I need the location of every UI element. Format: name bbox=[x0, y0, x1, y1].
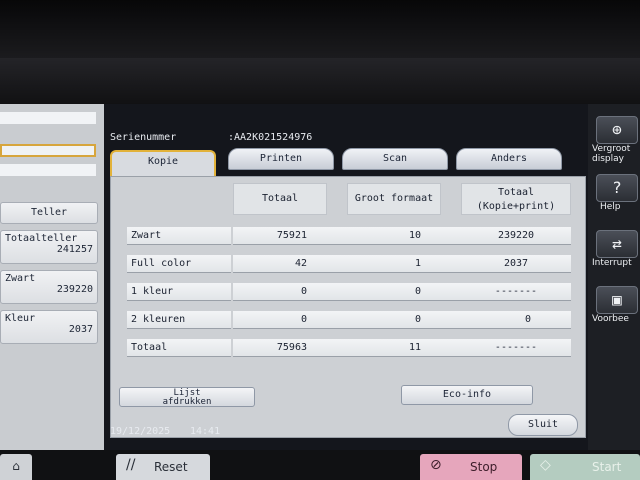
row-value: 0 bbox=[233, 311, 347, 329]
zoom-label: Vergroot display bbox=[592, 144, 631, 164]
row-value: ------- bbox=[461, 283, 571, 301]
start-icon: ◇ bbox=[540, 457, 551, 473]
glare bbox=[0, 164, 96, 176]
counter-black-button[interactable]: Zwart 239220 bbox=[0, 270, 98, 304]
glare bbox=[0, 112, 96, 124]
row-value: 0 bbox=[347, 311, 461, 329]
counter-label: Kleur bbox=[5, 313, 36, 324]
eco-info-button[interactable]: Eco-info bbox=[401, 385, 533, 405]
row-label: Totaal bbox=[127, 339, 231, 357]
row-value: 75963 bbox=[233, 339, 347, 357]
column-header-totaal: Totaal bbox=[233, 183, 327, 215]
stop-label: Stop bbox=[470, 460, 498, 474]
counter-color-button[interactable]: Kleur 2037 bbox=[0, 310, 98, 344]
close-button[interactable]: Sluit bbox=[508, 414, 578, 436]
status-date: 19/12/2025 bbox=[110, 426, 171, 437]
column-header-groot-formaat: Groot formaat bbox=[347, 183, 441, 215]
row-value: 1 bbox=[347, 255, 461, 273]
home-icon: ⌂ bbox=[12, 459, 20, 473]
stop-button[interactable]: ⊘ Stop bbox=[420, 454, 522, 480]
row-label: Zwart bbox=[127, 227, 231, 245]
preview-button[interactable]: ▣ bbox=[596, 286, 638, 314]
interrupt-icon: ⇄ bbox=[612, 234, 622, 253]
print-list-button[interactable]: Lijst afdrukken bbox=[119, 387, 255, 407]
tab-scan[interactable]: Scan bbox=[342, 148, 448, 170]
counter-value: 241257 bbox=[56, 244, 93, 255]
status-time: 14:41 bbox=[190, 426, 221, 437]
row-value: 0 bbox=[347, 283, 461, 301]
home-button[interactable]: ⌂ bbox=[0, 454, 32, 480]
row-value: 0 bbox=[233, 283, 347, 301]
reset-button[interactable]: // Reset bbox=[116, 454, 210, 480]
tab-kopie[interactable]: Kopie bbox=[110, 150, 216, 178]
counter-screen: Serienummer :AA2K021524976 Kopie Printen… bbox=[104, 104, 588, 450]
bottom-bar: ⌂ // Reset ⊘ Stop ◇ Start bbox=[0, 450, 640, 480]
interrupt-button[interactable]: ⇄ bbox=[596, 230, 638, 258]
start-label: Start bbox=[592, 460, 622, 474]
row-label: Full color bbox=[127, 255, 231, 273]
help-label: Help bbox=[600, 202, 621, 212]
help-button[interactable]: ? bbox=[596, 174, 638, 202]
counter-table-panel: Totaal Groot formaat Totaal (Kopie+print… bbox=[110, 176, 586, 438]
serial-label: Serienummer bbox=[110, 132, 177, 143]
serial-value: :AA2K021524976 bbox=[228, 132, 313, 143]
zoom-icon: ⊕ bbox=[612, 120, 622, 139]
row-value: 11 bbox=[347, 339, 461, 357]
right-sidebar: ⊕ Vergroot display ? Help ⇄ Interrupt ▣ … bbox=[588, 104, 640, 450]
row-value: ------- bbox=[461, 339, 571, 357]
start-button[interactable]: ◇ Start bbox=[530, 454, 640, 480]
help-icon: ? bbox=[612, 178, 622, 197]
tab-anders[interactable]: Anders bbox=[456, 148, 562, 170]
bezel-top bbox=[0, 0, 640, 58]
left-panel: Teller Totaalteller 241257 Zwart 239220 … bbox=[0, 104, 104, 450]
teller-button[interactable]: Teller bbox=[0, 202, 98, 224]
counter-total-button[interactable]: Totaalteller 241257 bbox=[0, 230, 98, 264]
counter-label: Zwart bbox=[5, 273, 36, 284]
row-value: 2037 bbox=[461, 255, 571, 273]
preview-label: Voorbee bbox=[592, 314, 629, 324]
reset-icon: // bbox=[126, 457, 136, 473]
counter-label: Totaalteller bbox=[5, 233, 78, 244]
row-value: 239220 bbox=[461, 227, 571, 245]
bezel-strip bbox=[0, 58, 640, 104]
row-value: 42 bbox=[233, 255, 347, 273]
row-label: 1 kleur bbox=[127, 283, 231, 301]
stop-icon: ⊘ bbox=[430, 457, 442, 473]
preview-icon: ▣ bbox=[612, 290, 622, 309]
counter-value: 239220 bbox=[56, 284, 93, 295]
row-value: 10 bbox=[347, 227, 461, 245]
reset-label: Reset bbox=[154, 460, 188, 474]
row-value: 75921 bbox=[233, 227, 347, 245]
glare bbox=[0, 144, 96, 157]
zoom-button[interactable]: ⊕ bbox=[596, 116, 638, 144]
row-value: 0 bbox=[461, 311, 571, 329]
counter-value: 2037 bbox=[68, 324, 93, 335]
column-header-totaal-kopie-print: Totaal (Kopie+print) bbox=[461, 183, 571, 215]
tab-printen[interactable]: Printen bbox=[228, 148, 334, 170]
interrupt-label: Interrupt bbox=[592, 258, 632, 268]
row-label: 2 kleuren bbox=[127, 311, 231, 329]
